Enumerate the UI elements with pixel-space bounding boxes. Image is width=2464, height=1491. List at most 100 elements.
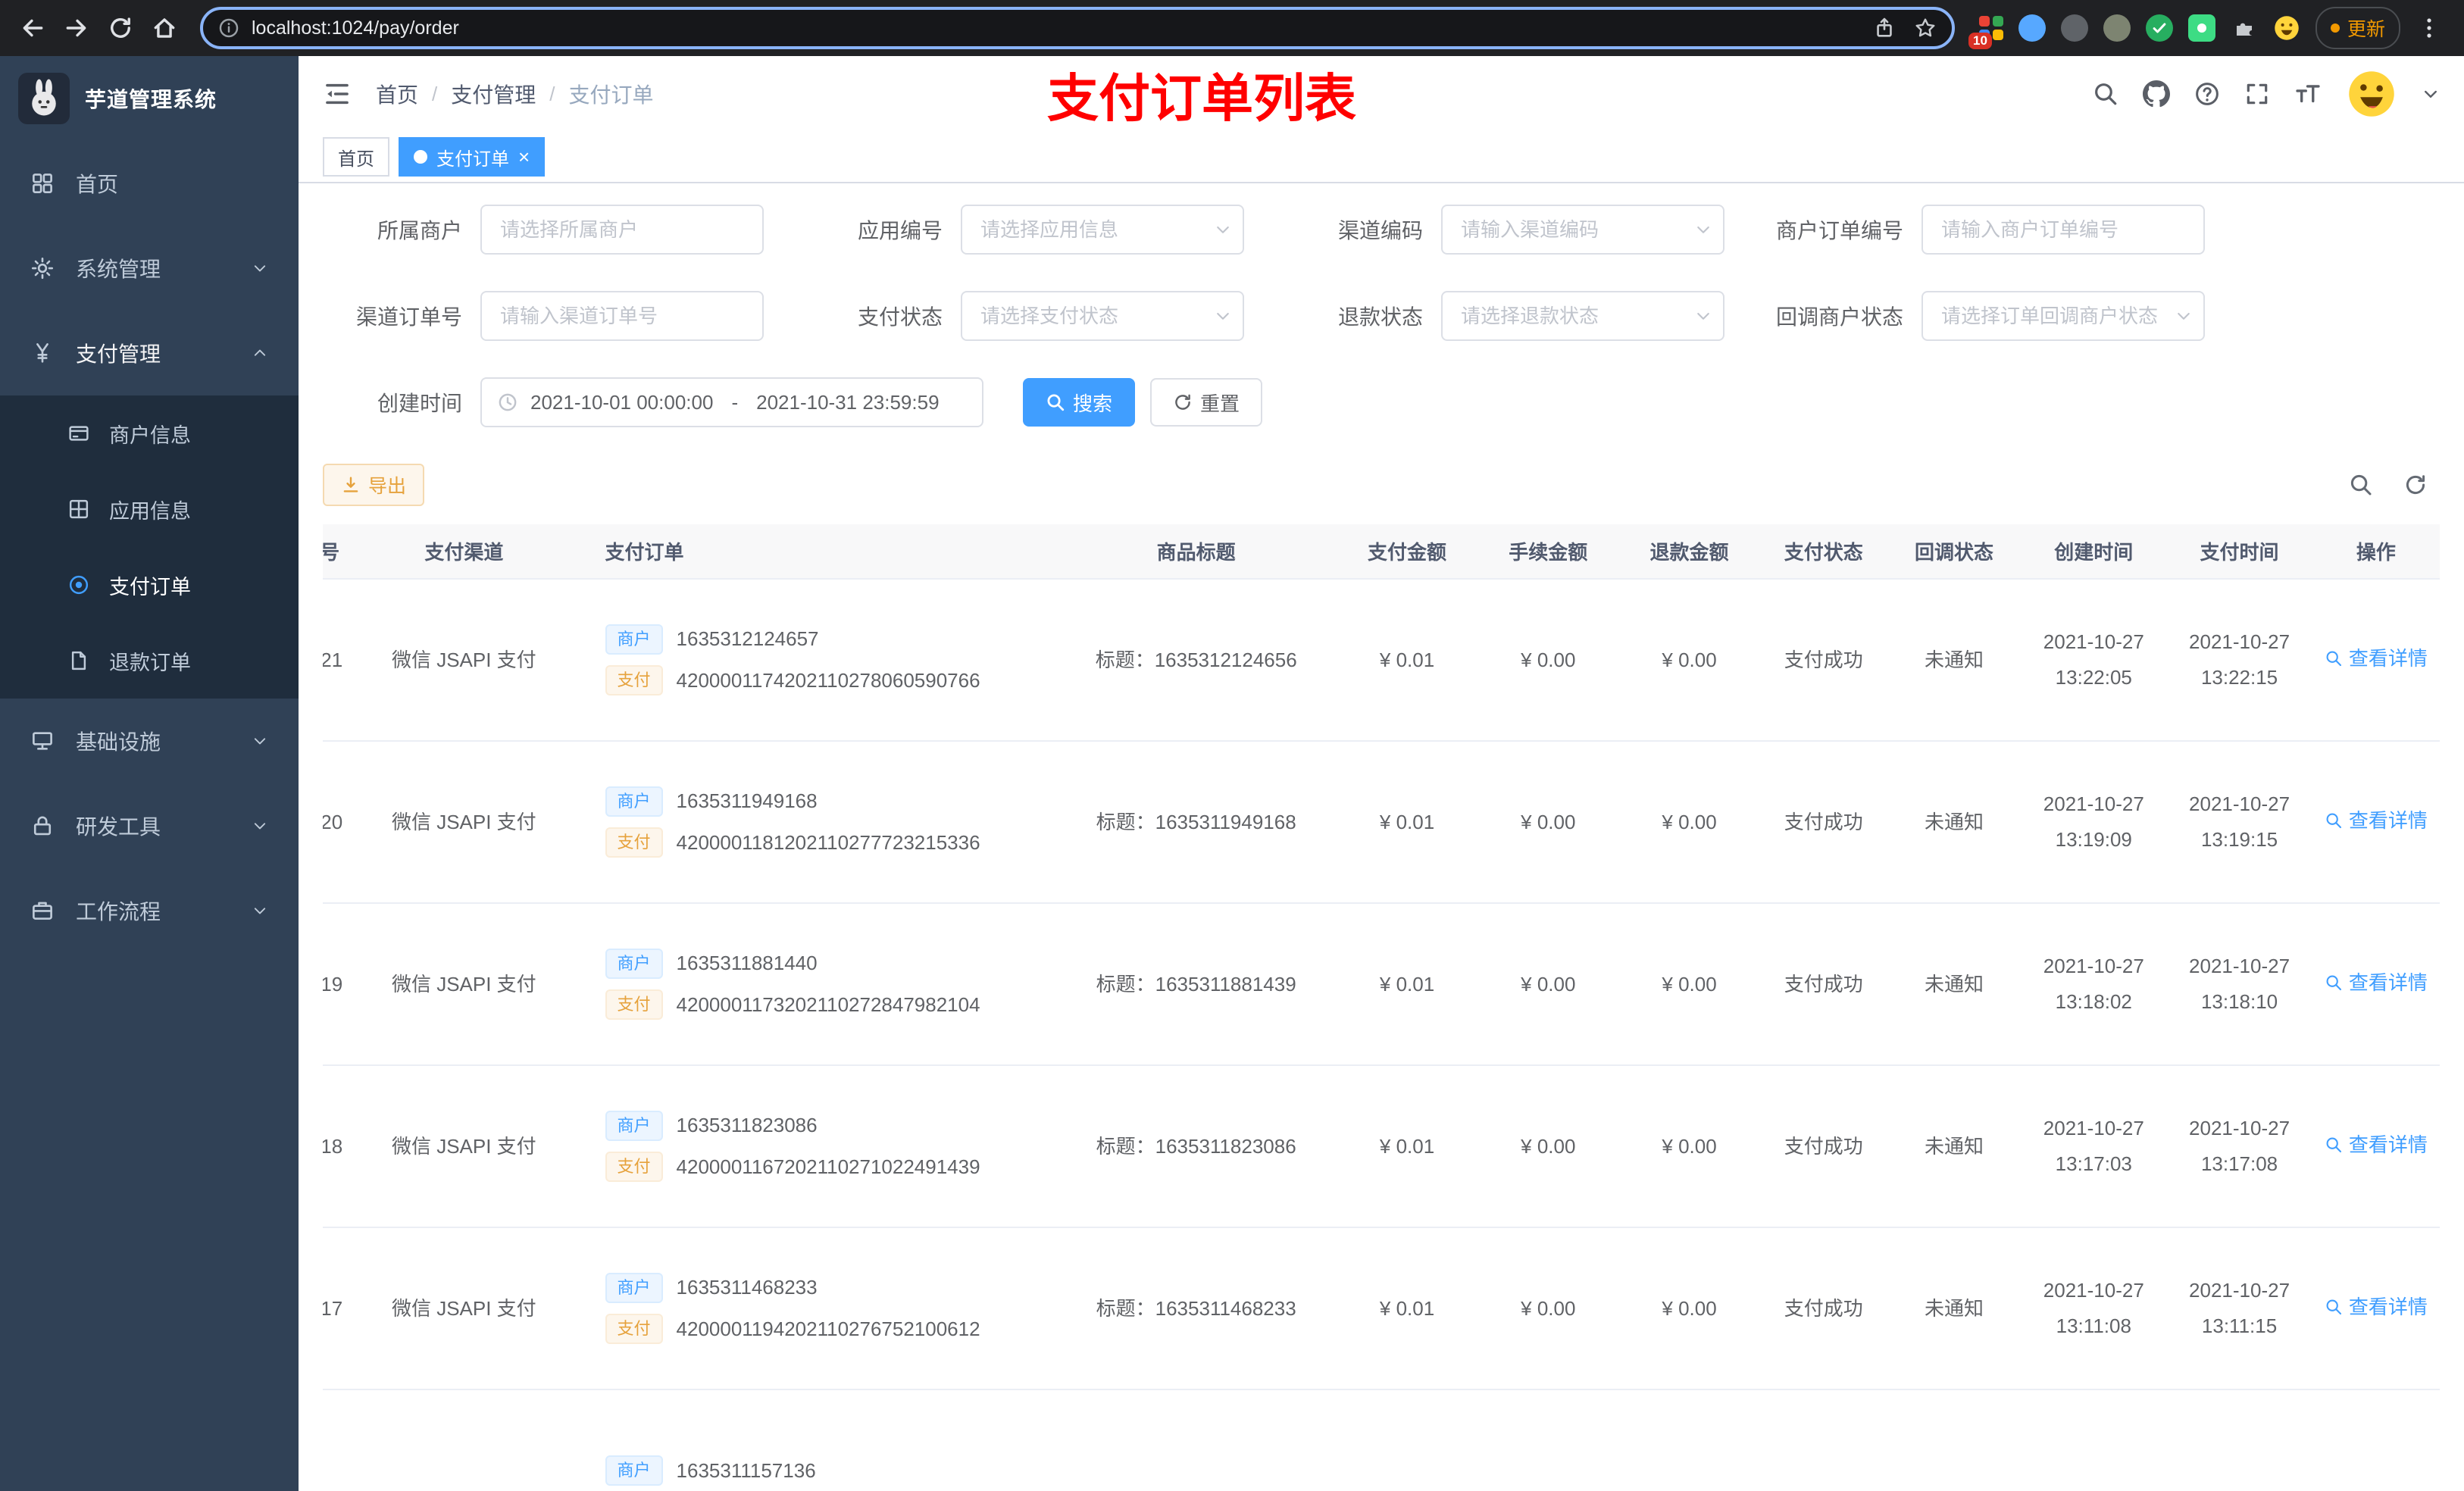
cell-refund: ¥ 0.00 [1618, 1065, 1760, 1228]
app-logo[interactable]: 芋道管理系统 [0, 56, 299, 141]
extension-blue-icon[interactable] [2018, 14, 2046, 42]
sidebar-item-workflow[interactable]: 工作流程 [0, 868, 299, 953]
chevron-down-icon[interactable] [2422, 85, 2440, 103]
filter-group-refund-status: 退款状态 [1284, 291, 1724, 341]
refresh-table-icon[interactable] [2403, 473, 2428, 497]
search-button[interactable]: 搜索 [1023, 378, 1136, 427]
sidebar-subitem-pay-order[interactable]: 支付订单 [0, 547, 299, 623]
tab-label: 支付订单 [436, 148, 509, 170]
filter-label-notify-status: 回调商户状态 [1775, 305, 1903, 329]
forward-icon[interactable] [56, 8, 97, 48]
extension-dark-icon[interactable] [2060, 14, 2088, 42]
cell-order: 商户 1635311157136 [562, 1389, 1056, 1491]
extension-olive-icon[interactable] [2103, 14, 2131, 42]
sidebar-item-infrastructure[interactable]: 基础设施 [0, 699, 299, 783]
filter-select-refund-status[interactable] [1441, 291, 1724, 341]
merchant-order-no: 1635311468233 [676, 1276, 818, 1299]
cell-channel: 微信 JSAPI 支付 [365, 903, 563, 1066]
column-header-5: 手续金额 [1477, 524, 1619, 580]
filter-select-notify-status[interactable] [1921, 291, 2205, 341]
tab-label: 首页 [338, 148, 374, 170]
search-icon[interactable] [2093, 81, 2118, 107]
filter-input-merchant[interactable] [480, 205, 764, 255]
sidebar-item-label: 研发工具 [76, 815, 161, 839]
sidebar-subitem-app-info[interactable]: 应用信息 [0, 471, 299, 547]
tab-home[interactable]: 首页 [323, 137, 389, 177]
sidebar-item-payment[interactable]: 支付管理 [0, 311, 299, 395]
fullscreen-icon[interactable] [2244, 81, 2270, 107]
view-detail-link[interactable]: 查看详情 [2325, 641, 2428, 677]
sidebar-item-home[interactable]: 首页 [0, 141, 299, 226]
cell-id: 17 [323, 1227, 366, 1390]
filter-group-channel-code: 渠道编码 [1284, 205, 1724, 255]
cell-created [2021, 1389, 2167, 1491]
channel-order-no: 4200001181202110277723215336 [676, 831, 980, 854]
filter-select-pay-status[interactable] [961, 291, 1244, 341]
export-button[interactable]: 导出 [323, 464, 425, 506]
sidebar-subitem-label: 支付订单 [109, 575, 191, 599]
merchant-tag: 商户 [605, 1110, 663, 1141]
view-detail-link[interactable]: 查看详情 [2325, 965, 2428, 1001]
view-detail-link[interactable]: 查看详情 [2325, 1289, 2428, 1325]
hamburger-icon[interactable] [323, 80, 352, 108]
browser-menu-icon[interactable] [2416, 14, 2443, 42]
table-tools [2349, 473, 2440, 497]
sidebar-subitem-refund-order[interactable]: 退款订单 [0, 623, 299, 699]
breadcrumb-separator: / [549, 82, 555, 105]
filter-input-merchant-order-no[interactable] [1921, 205, 2205, 255]
toggle-search-icon[interactable] [2349, 473, 2373, 497]
puzzle-extensions-icon[interactable] [2231, 14, 2258, 42]
filter-select-app-no[interactable] [961, 205, 1244, 255]
browser-update-button[interactable]: 更新 [2315, 7, 2400, 49]
view-detail-link[interactable]: 查看详情 [2325, 1127, 2428, 1163]
reset-button[interactable]: 重置 [1150, 378, 1263, 427]
extensions-area: 10 更新 [1968, 7, 2452, 49]
close-icon[interactable]: × [518, 147, 530, 167]
github-icon[interactable] [2143, 80, 2170, 108]
tab-pay-order[interactable]: 支付订单 × [399, 137, 546, 177]
view-detail-link[interactable]: 查看详情 [2325, 803, 2428, 839]
emoji-extension-icon[interactable] [2273, 14, 2300, 42]
active-tab-dot-icon [414, 150, 427, 164]
cell-id: 20 [323, 741, 366, 904]
filter-group-merchant: 所属商户 [323, 205, 764, 255]
cell-created: 2021-10-27 13:22:05 [2021, 579, 2167, 742]
cell-paid: 2021-10-27 13:22:15 [2166, 579, 2312, 742]
filter-input-channel-order-no[interactable] [480, 291, 764, 341]
sidebar-item-system[interactable]: 系统管理 [0, 226, 299, 311]
chevron-down-icon [252, 902, 268, 919]
cell-id: 21 [323, 579, 366, 742]
cell-fee: ¥ 0.00 [1477, 903, 1619, 1066]
back-icon[interactable] [12, 8, 53, 48]
home-icon[interactable] [144, 8, 185, 48]
date-start-value: 2021-10-01 00:00:00 [530, 390, 714, 414]
site-info-icon[interactable] [218, 17, 239, 39]
cell-action: 查看详情 [2312, 1227, 2440, 1390]
extension-grid-icon[interactable]: 10 [1968, 16, 2003, 49]
address-bar[interactable]: localhost:1024/pay/order [200, 7, 1955, 49]
extension-check-icon[interactable] [2145, 14, 2173, 42]
pay-order-icon [67, 574, 91, 595]
user-avatar[interactable] [2346, 68, 2397, 120]
share-icon[interactable] [1873, 17, 1896, 39]
extension-chat-icon[interactable] [2187, 14, 2215, 42]
help-icon[interactable] [2194, 81, 2220, 107]
tools-icon [30, 814, 55, 837]
bookmark-star-icon[interactable] [1914, 17, 1937, 39]
channel-order-no: 4200001194202110276752100612 [676, 1318, 980, 1340]
font-size-icon[interactable] [2294, 80, 2322, 108]
infra-icon [30, 730, 55, 752]
breadcrumb-home[interactable]: 首页 [376, 79, 418, 109]
sidebar-item-dev-tools[interactable]: 研发工具 [0, 783, 299, 868]
filter-row-3: 创建时间 2021-10-01 00:00:00 - 2021-10-31 23… [323, 377, 2440, 427]
pay-tag: 支付 [605, 989, 663, 1021]
create-time-range-picker[interactable]: 2021-10-01 00:00:00 - 2021-10-31 23:59:5… [480, 377, 983, 427]
breadcrumb-pay-manage[interactable]: 支付管理 [451, 79, 536, 109]
merchant-order-no: 1635311823086 [676, 1114, 818, 1137]
chevron-up-icon [252, 345, 268, 361]
reload-icon[interactable] [100, 8, 141, 48]
filter-select-channel-code[interactable] [1441, 205, 1724, 255]
tags-bar: 首页 支付订单 × [299, 132, 2464, 183]
cell-amount: ¥ 0.01 [1336, 741, 1478, 904]
sidebar-subitem-merchant-info[interactable]: 商户信息 [0, 395, 299, 471]
